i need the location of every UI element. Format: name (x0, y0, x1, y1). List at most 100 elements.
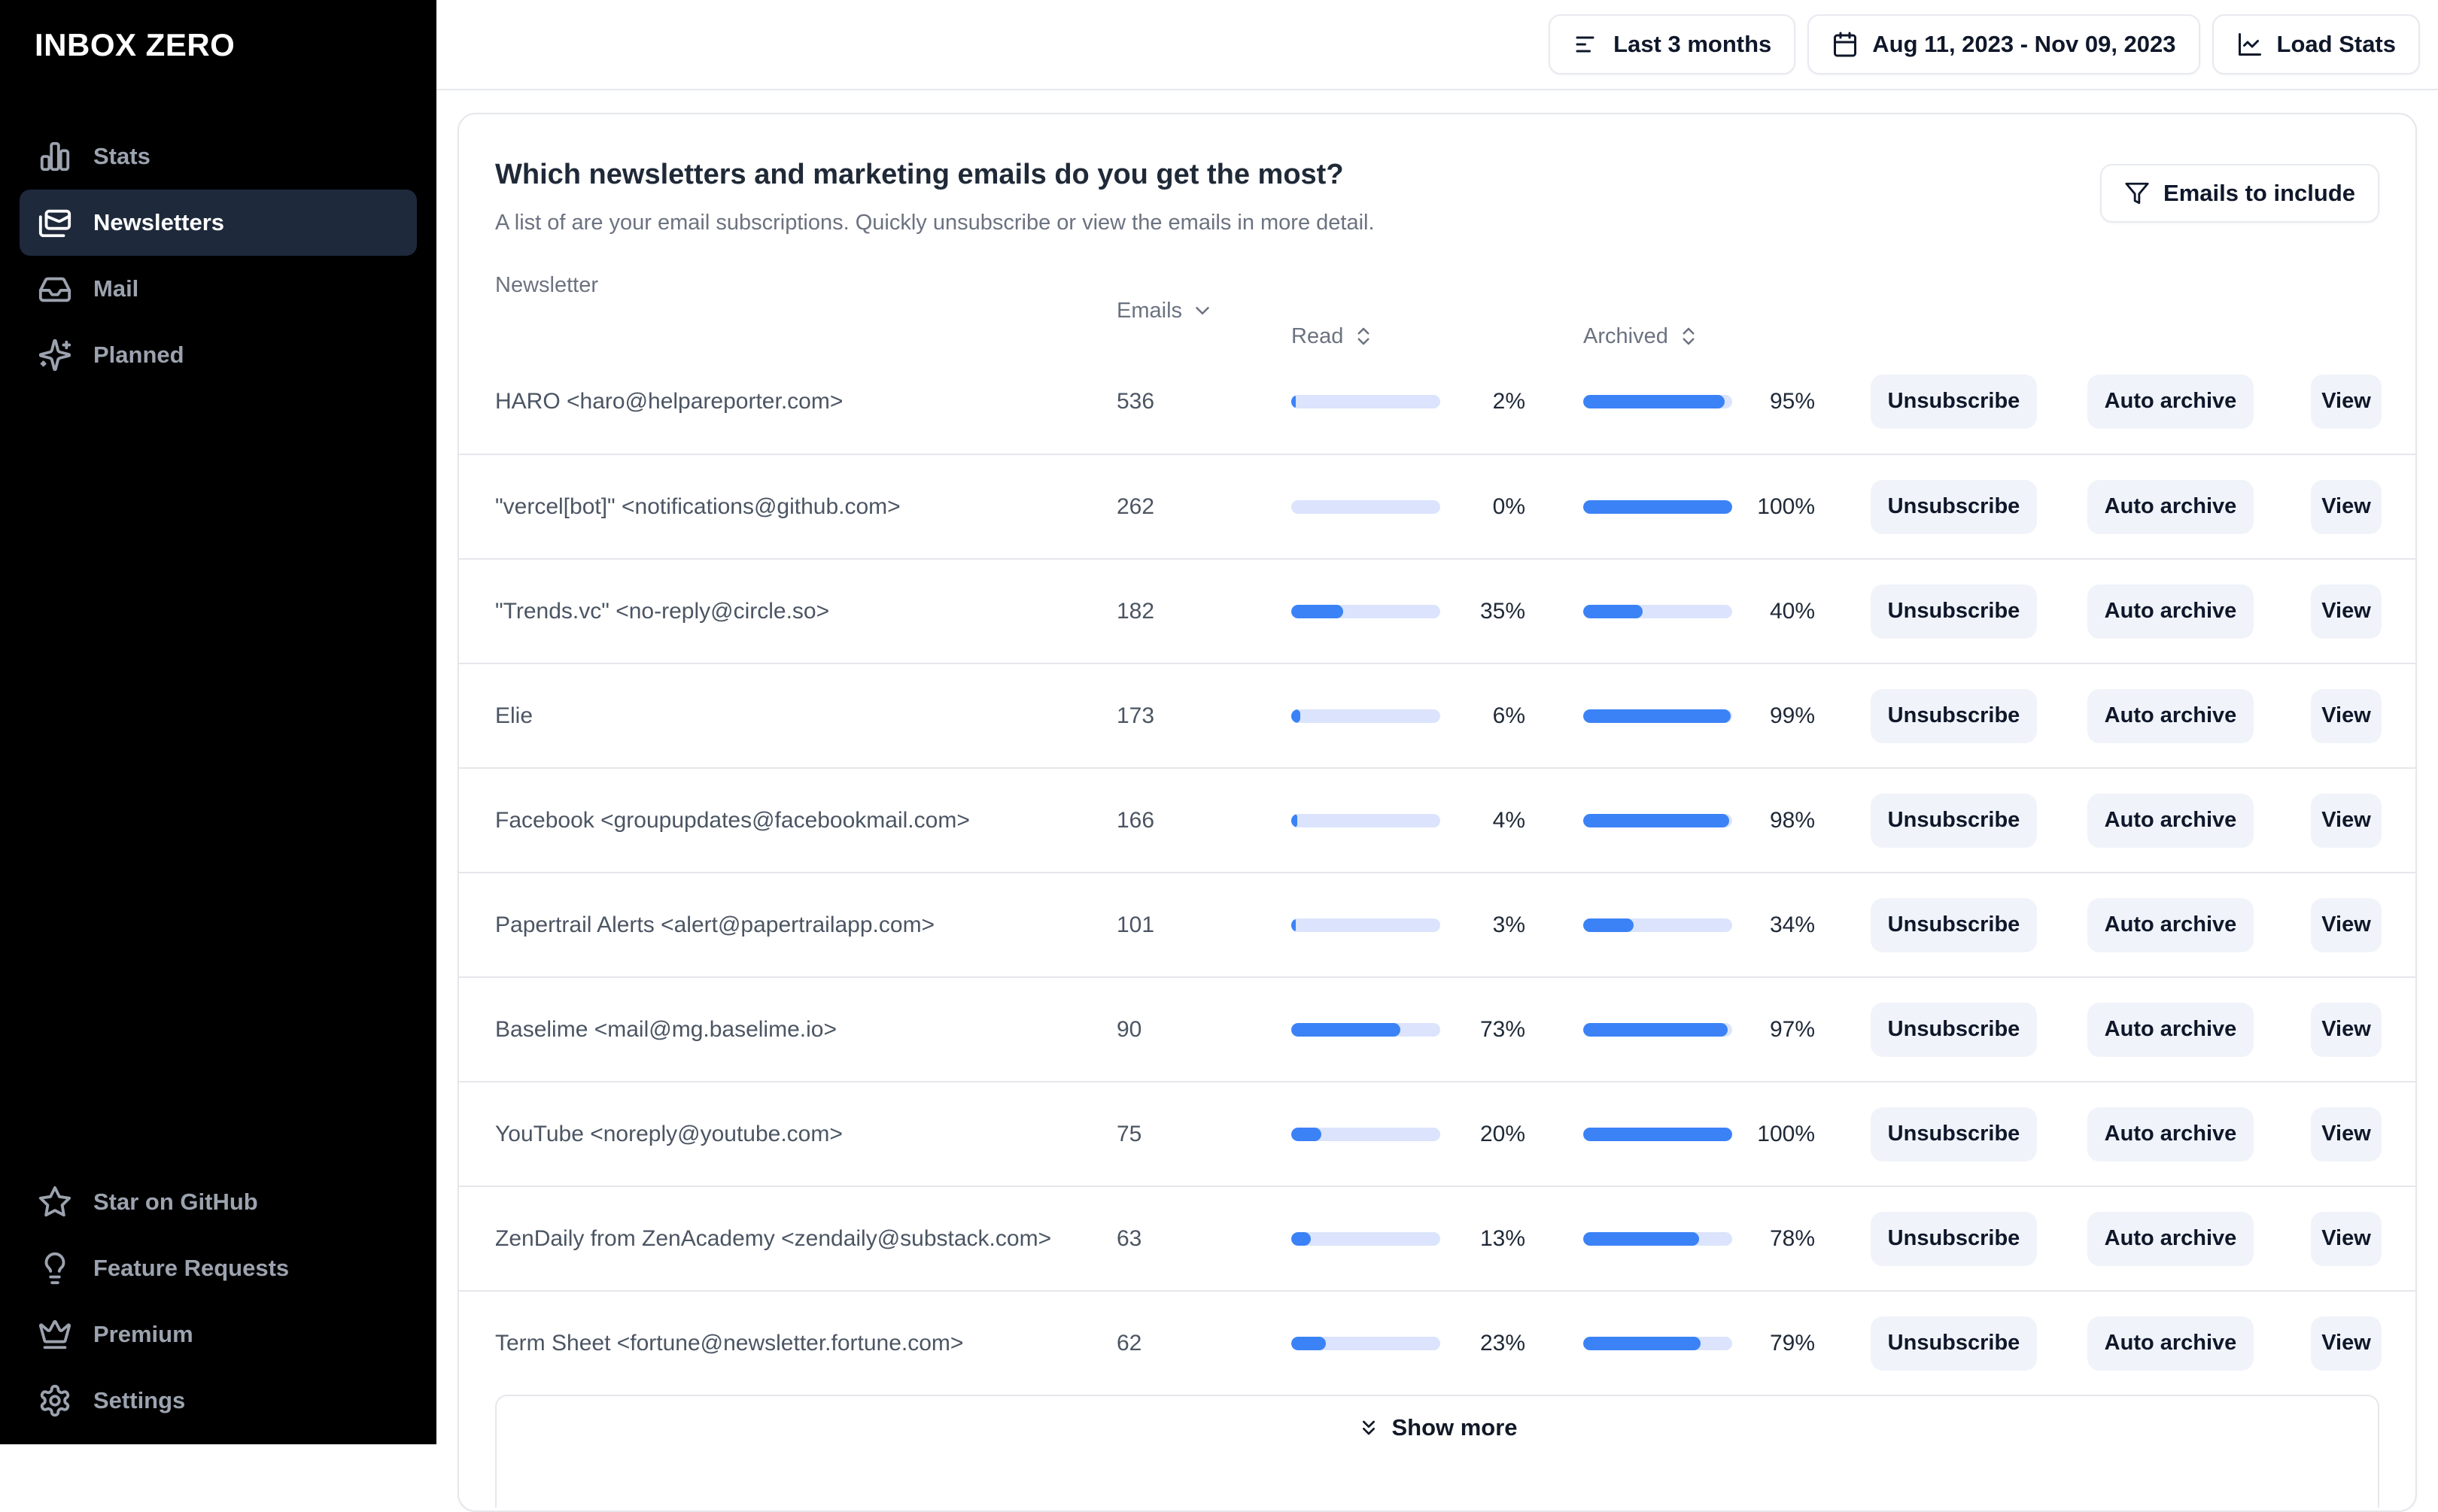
page-title: Which newsletters and marketing emails d… (495, 159, 1344, 190)
view-button[interactable]: View (2311, 688, 2382, 743)
unsubscribe-button[interactable]: Unsubscribe (1871, 374, 2037, 429)
auto-archive-button[interactable]: Auto archive (2087, 1316, 2254, 1371)
newsletter-name: "Trends.vc" <no-reply@circle.so> (495, 598, 830, 624)
bar-chart-icon (40, 141, 70, 172)
view-button[interactable]: View (2311, 1107, 2382, 1161)
auto-archive-button[interactable]: Auto archive (2087, 1107, 2254, 1161)
read-progress-fill (1291, 604, 1344, 618)
archived-progress-fill (1583, 499, 1732, 514)
newsletter-name: Baselime <mail@mg.baselime.io> (495, 1016, 837, 1042)
show-more-button[interactable]: Show more (495, 1395, 2379, 1507)
read-percent: 6% (1492, 703, 1525, 728)
archived-progress-bar (1583, 709, 1732, 723)
gear-icon (40, 1384, 70, 1417)
view-button[interactable]: View (2311, 897, 2382, 952)
archived-progress-bar (1583, 813, 1732, 827)
read-progress-bar (1291, 394, 1440, 408)
sidebar-item-star-on-github[interactable]: Star on GitHub (20, 1169, 417, 1235)
view-button[interactable]: View (2311, 1002, 2382, 1057)
unsubscribe-button[interactable]: Unsubscribe (1871, 1211, 2037, 1266)
column-header-archived[interactable]: Archived (1583, 324, 1815, 349)
sidebar-item-mail[interactable]: Mail (20, 256, 417, 322)
newsletter-name: "vercel[bot]" <notifications@github.com> (495, 493, 901, 519)
table-row: HARO <haro@helpareporter.com> 536 2% 95%… (459, 349, 2415, 454)
newsletters-icon (38, 209, 71, 238)
sidebar-item-label: Premium (93, 1321, 193, 1347)
unsubscribe-button[interactable]: Unsubscribe (1871, 1002, 2037, 1057)
unsubscribe-button[interactable]: Unsubscribe (1871, 793, 2037, 848)
auto-archive-button[interactable]: Auto archive (2087, 897, 2254, 952)
emails-count: 262 (1117, 493, 1155, 519)
sidebar-item-planned[interactable]: Planned (20, 322, 417, 388)
sidebar-item-stats[interactable]: Stats (20, 123, 417, 190)
read-percent: 73% (1479, 1016, 1525, 1042)
chevrons-up-down-icon (1357, 327, 1369, 345)
auto-archive-button[interactable]: Auto archive (2087, 1002, 2254, 1057)
read-progress-fill (1291, 709, 1300, 723)
sidebar-footer-nav: Star on GitHub Feature Requests Premium Set… (20, 1169, 417, 1434)
unsubscribe-button[interactable]: Unsubscribe (1871, 584, 2037, 639)
column-header-emails[interactable]: Emails (1117, 299, 1440, 323)
auto-archive-button[interactable]: Auto archive (2087, 793, 2254, 848)
unsubscribe-button[interactable]: Unsubscribe (1871, 1316, 2037, 1371)
emails-count: 101 (1117, 912, 1155, 937)
unsubscribe-button[interactable]: Unsubscribe (1871, 688, 2037, 743)
view-button[interactable]: View (2311, 1316, 2382, 1371)
table-row: "Trends.vc" <no-reply@circle.so> 182 35%… (459, 558, 2415, 663)
sidebar-item-feature-requests[interactable]: Feature Requests (20, 1235, 417, 1301)
unsubscribe-button[interactable]: Unsubscribe (1871, 1107, 2037, 1161)
sidebar-item-newsletters[interactable]: Newsletters (20, 190, 417, 256)
auto-archive-button[interactable]: Auto archive (2087, 479, 2254, 534)
read-progress-fill (1291, 394, 1296, 408)
archived-percent: 95% (1769, 388, 1815, 414)
auto-archive-button[interactable]: Auto archive (2087, 688, 2254, 743)
sidebar-item-settings[interactable]: Settings (20, 1368, 417, 1434)
sidebar-item-label: Mail (93, 275, 139, 302)
sidebar-item-premium[interactable]: Premium (20, 1301, 417, 1368)
emails-count: 536 (1117, 388, 1155, 414)
archived-progress-bar (1583, 1231, 1732, 1246)
app-logo: INBOX ZERO (35, 27, 236, 62)
unsubscribe-button[interactable]: Unsubscribe (1871, 479, 2037, 534)
period-select-button[interactable]: Last 3 months (1549, 14, 1796, 74)
auto-archive-button[interactable]: Auto archive (2087, 374, 2254, 429)
sidebar-item-label: Feature Requests (93, 1255, 290, 1281)
column-header-label: Newsletter (495, 272, 598, 297)
panel-header: Which newsletters and marketing emails d… (494, 150, 2381, 236)
archived-percent: 100% (1757, 493, 1815, 519)
archived-progress-bar (1583, 1336, 1732, 1350)
newsletter-name: ZenDaily from ZenAcademy <zendaily@subst… (495, 1225, 1052, 1251)
read-progress-fill (1291, 1336, 1326, 1350)
emails-to-include-button[interactable]: Emails to include (2100, 164, 2379, 223)
chevrons-down-icon (1363, 1420, 1376, 1435)
read-progress-bar (1291, 709, 1440, 723)
read-progress-fill (1291, 1022, 1400, 1037)
newsletter-name: Elie (495, 703, 534, 728)
table-row: Elie 173 6% 99% Unsubscribe Auto archive… (459, 663, 2415, 767)
newsletter-name: HARO <haro@helpareporter.com> (495, 388, 844, 414)
sidebar-item-label: Newsletters (93, 209, 225, 235)
date-range-button[interactable]: Aug 11, 2023 - Nov 09, 2023 (1807, 14, 2200, 74)
newsletter-name: YouTube <noreply@youtube.com> (495, 1121, 843, 1146)
auto-archive-button[interactable]: Auto archive (2087, 584, 2254, 639)
auto-archive-button[interactable]: Auto archive (2087, 1211, 2254, 1266)
column-header-newsletter: Newsletter (495, 273, 1291, 298)
view-button[interactable]: View (2311, 793, 2382, 848)
crown-icon (38, 1319, 71, 1350)
archived-progress-bar (1583, 394, 1732, 408)
load-stats-button[interactable]: Load Stats (2212, 14, 2420, 74)
read-progress-bar (1291, 813, 1440, 827)
archived-percent: 78% (1769, 1225, 1815, 1251)
view-button[interactable]: View (2311, 584, 2382, 639)
view-button[interactable]: View (2311, 479, 2382, 534)
view-button[interactable]: View (2311, 1211, 2382, 1266)
unsubscribe-button[interactable]: Unsubscribe (1871, 897, 2037, 952)
archived-progress-fill (1583, 813, 1730, 827)
read-progress-fill (1291, 813, 1297, 827)
read-progress-bar (1291, 918, 1440, 932)
read-percent: 35% (1479, 598, 1525, 624)
column-header-read[interactable]: Read (1291, 324, 1525, 349)
read-percent: 4% (1492, 807, 1525, 833)
view-button[interactable]: View (2311, 374, 2382, 429)
archived-progress-bar (1583, 604, 1732, 618)
